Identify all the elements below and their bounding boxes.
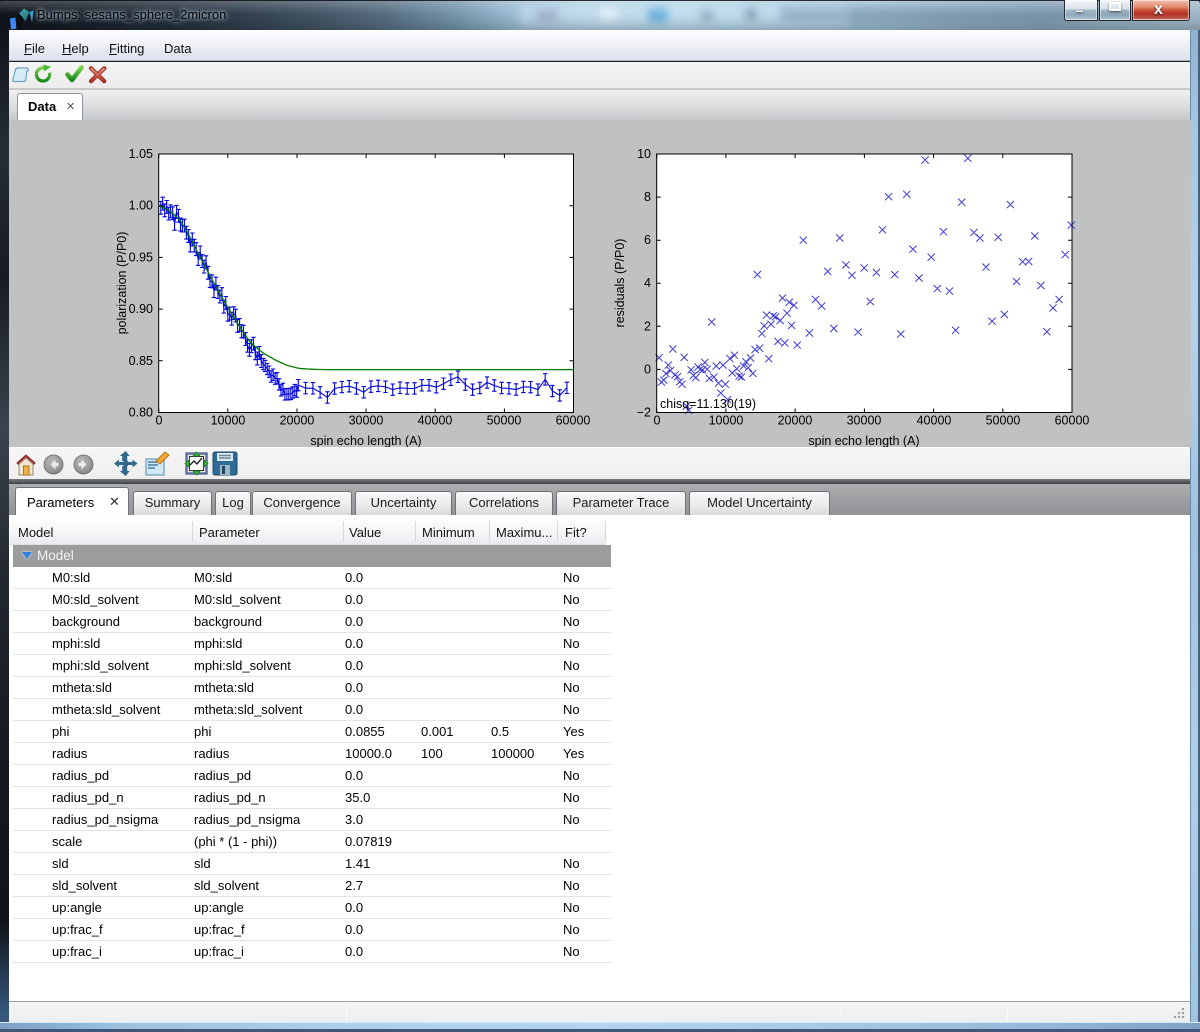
svg-text:0: 0 — [156, 414, 163, 428]
svg-text:50000: 50000 — [986, 414, 1021, 428]
svg-text:10000: 10000 — [211, 414, 246, 428]
svg-text:8: 8 — [644, 190, 651, 204]
svg-text:30000: 30000 — [349, 414, 384, 428]
svg-text:20000: 20000 — [280, 414, 315, 428]
svg-text:40000: 40000 — [418, 414, 453, 428]
svg-text:spin echo length (A): spin echo length (A) — [310, 434, 421, 447]
svg-text:4: 4 — [644, 276, 651, 290]
svg-text:residuals (P/P0): residuals (P/P0) — [613, 239, 627, 328]
svg-text:20000: 20000 — [778, 414, 813, 428]
svg-text:1.00: 1.00 — [129, 199, 153, 213]
svg-text:30000: 30000 — [847, 414, 882, 428]
svg-text:0: 0 — [654, 414, 661, 428]
svg-text:0.85: 0.85 — [129, 354, 153, 368]
svg-text:50000: 50000 — [487, 414, 522, 428]
svg-text:2: 2 — [644, 319, 651, 333]
svg-text:1.05: 1.05 — [129, 147, 153, 161]
svg-text:0: 0 — [644, 362, 651, 376]
svg-text:40000: 40000 — [917, 414, 952, 428]
svg-text:60000: 60000 — [556, 414, 591, 428]
svg-text:0.80: 0.80 — [129, 406, 153, 420]
svg-text:spin echo length (A): spin echo length (A) — [808, 434, 919, 447]
svg-text:0.95: 0.95 — [129, 250, 153, 264]
svg-text:chisq=11.130(19): chisq=11.130(19) — [660, 397, 756, 411]
svg-text:6: 6 — [644, 233, 651, 247]
svg-text:10000: 10000 — [709, 414, 744, 428]
svg-text:−2: −2 — [637, 406, 651, 420]
svg-text:polarization (P/P0): polarization (P/P0) — [115, 232, 129, 335]
svg-text:60000: 60000 — [1055, 414, 1090, 428]
svg-text:0.90: 0.90 — [129, 302, 153, 316]
svg-text:10: 10 — [637, 147, 651, 161]
